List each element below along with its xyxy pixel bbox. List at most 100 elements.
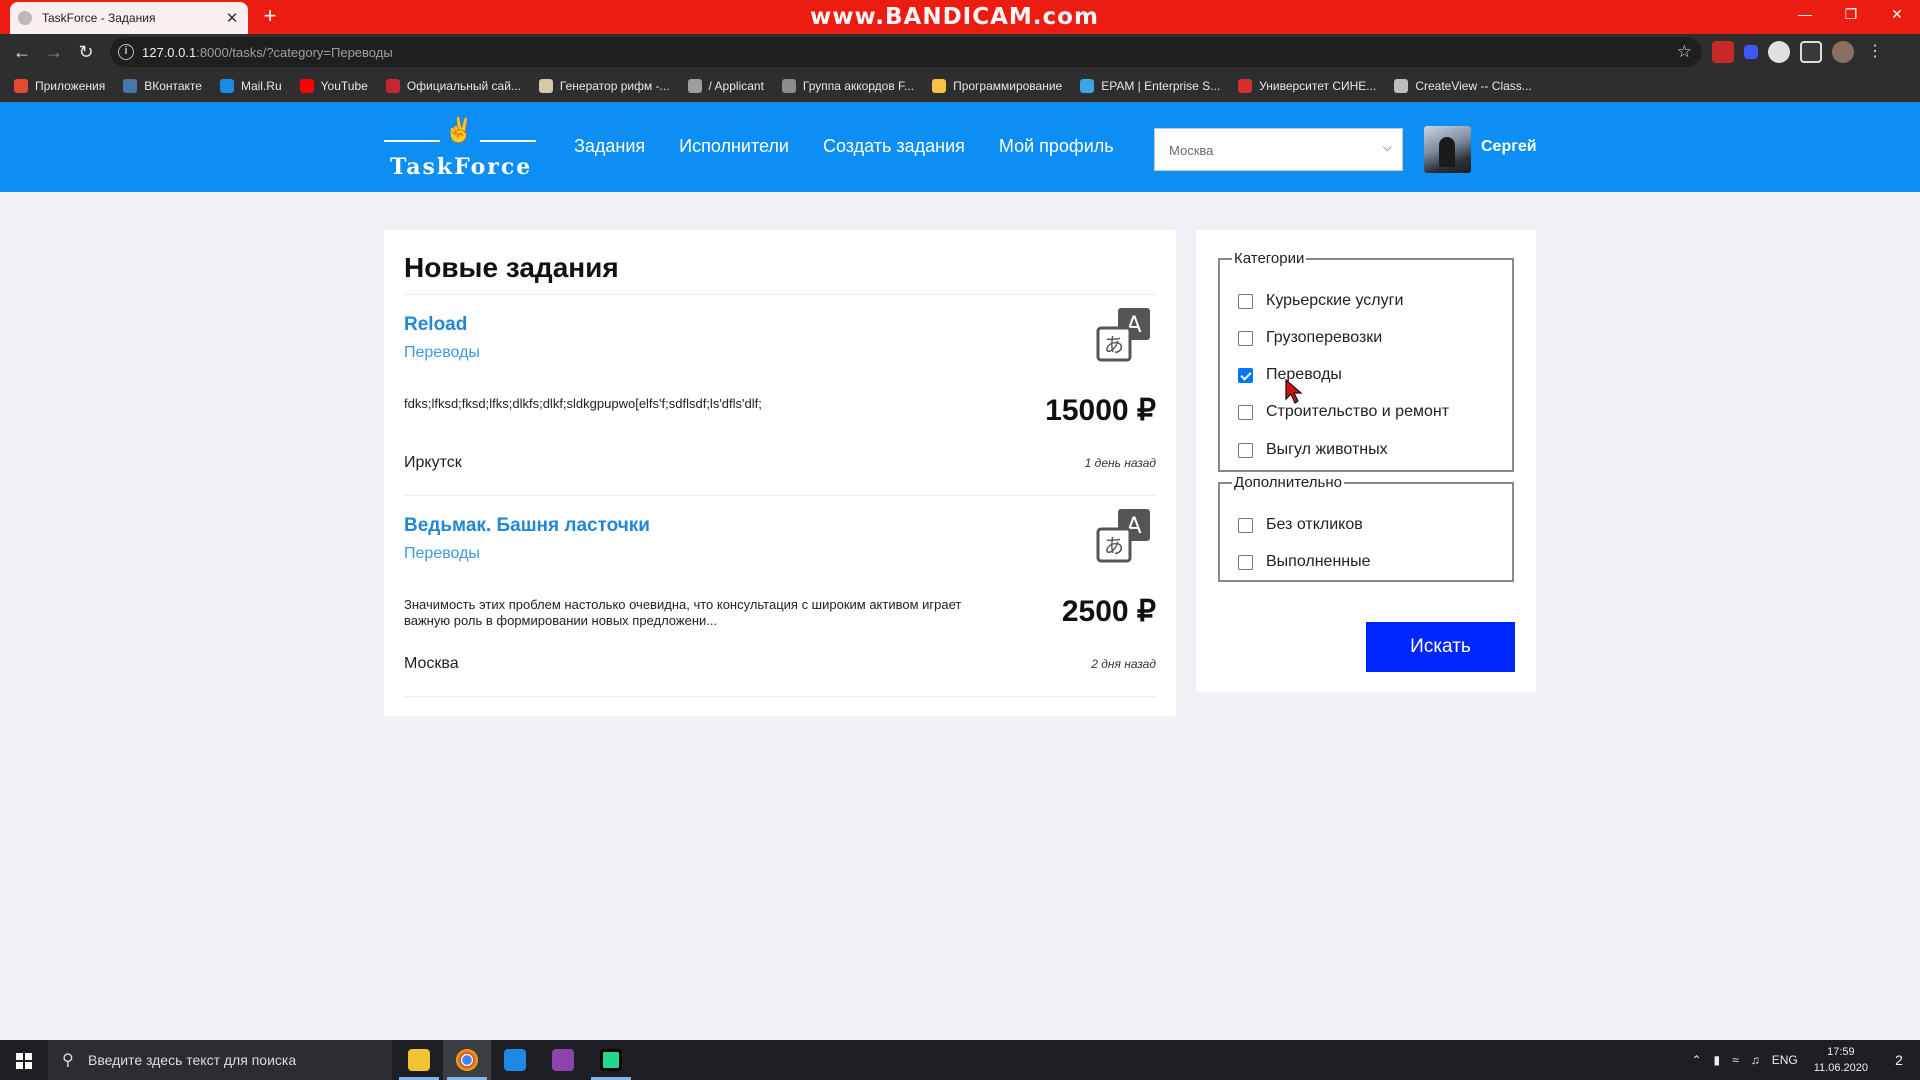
task-title-link[interactable]: Ведьмак. Башня ласточки [404,515,650,537]
svg-text:あ: あ [1104,534,1124,558]
bookmark-item[interactable]: ВКонтакте [123,79,202,93]
minimize-icon[interactable]: — [1782,0,1828,30]
url-host: 127.0.0.1 [142,45,197,60]
media-control-icon[interactable] [1800,41,1822,63]
bookmark-item[interactable]: EPAM | Enterprise S... [1080,79,1220,93]
browser-tab[interactable]: TaskForce - Задания ✕ [10,2,248,34]
category-checkbox[interactable] [1238,404,1253,420]
url-path: :8000/tasks/?category=Переводы [196,45,393,60]
bookmark-item[interactable]: YouTube [299,79,368,93]
avatar[interactable] [1424,126,1471,173]
categories-legend: Категории [1232,250,1307,267]
search-icon: ⚲ [62,1052,74,1069]
filter-option[interactable]: Без откликов [1238,516,1363,534]
system-tray: ⌃ ▮ ≈ ♫ ENG 17:59 11.06.2020 2 [1691,1040,1920,1080]
extension-icon[interactable] [1744,45,1758,59]
task-category-link[interactable]: Переводы [404,545,480,563]
site-info-icon[interactable]: i [118,44,134,60]
back-arrow-icon[interactable]: ← [8,38,36,66]
bookmark-item[interactable]: Генератор рифм -... [538,79,670,93]
language-indicator[interactable]: ENG [1772,1053,1798,1067]
bookmark-item[interactable]: Официальный сай... [385,79,521,93]
bookmark-item[interactable]: Mail.Ru [219,79,282,93]
category-checkbox[interactable] [1238,442,1253,458]
task-title-link[interactable]: Reload [404,314,467,336]
menu-item-create-task[interactable]: Создать задания [823,136,965,157]
tab-close-icon[interactable]: ✕ [224,9,240,27]
bookmark-star-icon[interactable]: ☆ [1677,42,1692,62]
vscode-icon [504,1049,526,1071]
extra-checkbox[interactable] [1238,554,1253,570]
notification-count: 2 [1895,1052,1903,1068]
bookmark-icon [1394,79,1409,93]
task-description: Значимость этих проблем настолько очевид… [404,597,962,628]
task-description: fdks;lfksd;fksd;lfks;dlkfs;dlkf;sldkgpup… [404,396,762,411]
city-select-value: Москва [1169,143,1214,158]
task-price: 15000 ₽ [1045,394,1156,427]
new-tab-button[interactable]: + [258,4,282,28]
clock-date: 11.06.2020 [1813,1062,1868,1074]
file-explorer-app[interactable] [395,1040,443,1080]
filter-option[interactable]: Выполненные [1238,553,1371,571]
profile-avatar-icon[interactable] [1832,41,1854,63]
wifi-icon[interactable]: ≈ [1732,1053,1739,1067]
task-time: 1 день назад [1084,456,1156,470]
bookmark-label: CreateView -- Class... [1415,79,1532,93]
battery-icon[interactable]: ▮ [1714,1053,1721,1067]
menu-item-tasks[interactable]: Задания [574,136,645,157]
mouse-cursor-icon [1285,379,1303,404]
chrome-app[interactable] [443,1040,491,1080]
bookmark-item[interactable]: Программирование [932,79,1062,93]
menu-item-executors[interactable]: Исполнители [679,136,789,157]
filter-option[interactable]: Грузоперевозки [1238,329,1382,347]
extra-fieldset: Дополнительно Без откликов Выполненные [1218,474,1514,582]
bookmark-icon [14,79,28,93]
bookmark-item[interactable]: / Applicant [687,79,764,93]
bookmark-item[interactable]: Группа аккордов F... [781,79,914,93]
pycharm-app[interactable] [587,1040,635,1080]
reload-icon[interactable]: ↻ [72,38,100,66]
category-checkbox[interactable] [1238,330,1253,346]
browser-toolbar: ← → ↻ i 127.0.0.1:8000/tasks/?category=П… [0,34,1920,70]
clock[interactable]: 17:59 11.06.2020 [1814,1044,1868,1076]
taskforce-logo[interactable]: ✌ TaskForce [384,114,536,180]
vscode-app[interactable] [491,1040,539,1080]
search-button[interactable]: Искать [1366,622,1515,672]
categories-fieldset: Категории Курьерские услуги Грузоперевоз… [1218,250,1514,472]
bookmark-item[interactable]: Университет СИНЕ... [1238,79,1376,93]
filter-option[interactable]: Курьерские услуги [1238,292,1403,310]
restore-icon[interactable]: ❐ [1828,0,1874,30]
address-bar[interactable]: i 127.0.0.1:8000/tasks/?category=Перевод… [110,37,1702,67]
filter-option[interactable]: Выгул животных [1238,441,1388,459]
volume-icon[interactable]: ♫ [1751,1053,1760,1067]
extra-legend: Дополнительно [1232,474,1344,491]
extensions-area: ⋮ [1712,40,1886,64]
bookmark-label: Приложения [35,79,106,93]
notifications-icon[interactable]: 2 [1884,1040,1914,1080]
extra-checkbox[interactable] [1238,517,1253,533]
category-checkbox[interactable] [1238,293,1253,309]
user-name[interactable]: Сергей [1481,138,1537,156]
bandicam-watermark: www.BANDICAM.com [810,4,1099,30]
extension-icon[interactable] [1768,41,1790,63]
folder-icon [408,1049,430,1071]
menu-dots-icon[interactable]: ⋮ [1864,41,1886,63]
bookmark-icon [932,79,947,93]
extension-icon[interactable] [1712,41,1734,63]
tasks-panel: Новые задания Reload Переводы A あ fdks;l… [384,230,1176,716]
windows-start-icon[interactable] [0,1040,48,1080]
chevron-up-icon[interactable]: ⌃ [1691,1053,1701,1067]
visual-studio-app[interactable] [539,1040,587,1080]
forward-arrow-icon[interactable]: → [40,38,68,66]
task-category-link[interactable]: Переводы [404,344,480,362]
menu-item-profile[interactable]: Мой профиль [999,136,1114,157]
bookmark-icon [538,79,553,93]
filter-option[interactable]: Строительство и ремонт [1238,403,1449,421]
close-window-icon[interactable]: ✕ [1874,0,1920,30]
bookmark-item[interactable]: CreateView -- Class... [1394,79,1532,93]
category-checkbox[interactable] [1238,367,1253,383]
city-select[interactable]: Москва ⌵ [1154,128,1403,171]
taskbar-search-input[interactable]: ⚲ Введите здесь текст для поиска [48,1040,392,1080]
bookmark-item[interactable]: Приложения [14,79,105,93]
browser-tab-strip: TaskForce - Задания ✕ + www.BANDICAM.com… [0,0,1920,34]
